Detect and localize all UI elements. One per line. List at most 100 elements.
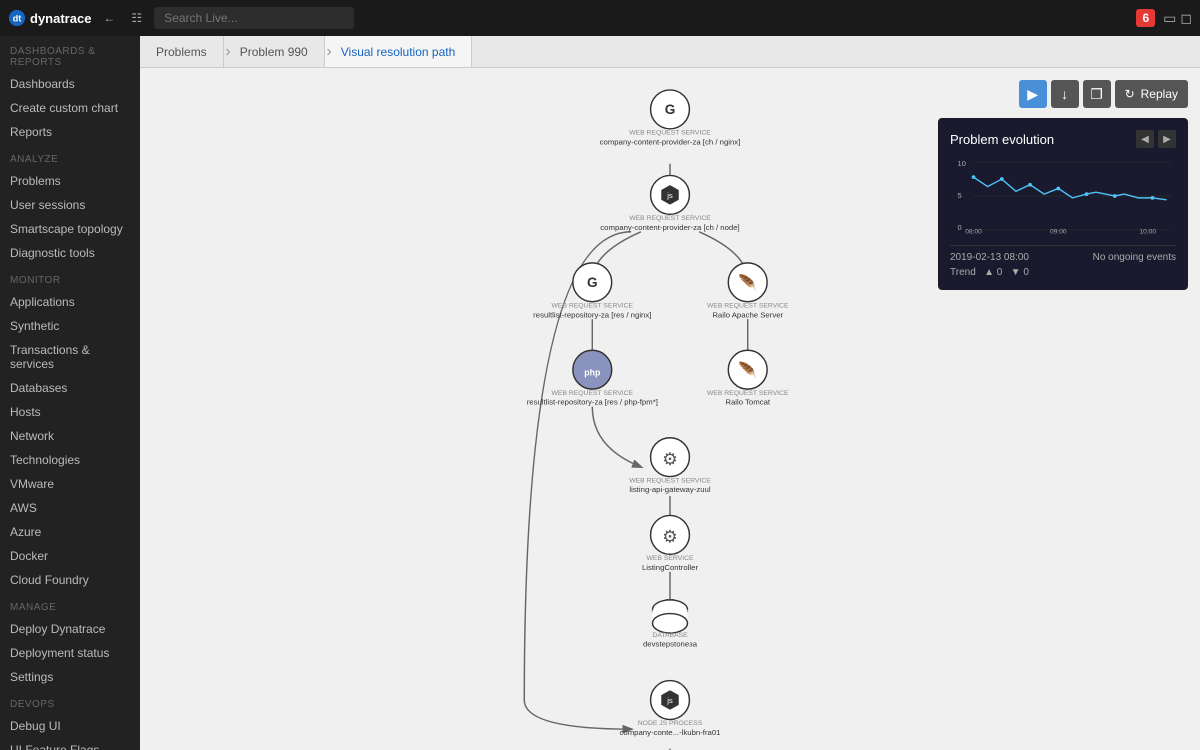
svg-text:js: js <box>666 696 673 705</box>
node-7[interactable]: ⚙ WEB REQUEST SERVICE listing-api-gatewa… <box>629 438 711 494</box>
svg-text:G: G <box>587 275 598 290</box>
node-8[interactable]: ⚙ WEB SERVICE ListingController <box>642 515 699 571</box>
evolution-nav: ◀ ▶ <box>1136 130 1176 148</box>
sidebar-item-settings[interactable]: Settings <box>0 665 140 689</box>
sidebar-item-dashboards[interactable]: Dashboards <box>0 72 140 96</box>
svg-text:⚙: ⚙ <box>662 527 678 547</box>
sidebar-item-create-custom-chart[interactable]: Create custom chart <box>0 96 140 120</box>
sidebar-item-docker[interactable]: Docker <box>0 544 140 568</box>
evolution-next[interactable]: ▶ <box>1158 130 1176 148</box>
svg-text:WEB REQUEST SERVICE: WEB REQUEST SERVICE <box>629 130 711 137</box>
sidebar-item-cloud-foundry[interactable]: Cloud Foundry <box>0 568 140 592</box>
sidebar-item-ui-feature-flags[interactable]: UI Feature Flags <box>0 738 140 750</box>
sidebar-item-user-sessions[interactable]: User sessions <box>0 193 140 217</box>
replay-button[interactable]: ↻ Replay <box>1115 80 1188 108</box>
svg-text:09:00: 09:00 <box>1050 229 1067 236</box>
node-1[interactable]: G WEB REQUEST SERVICE company-content-pr… <box>600 90 741 146</box>
back-button[interactable]: ← <box>99 7 119 29</box>
svg-text:G: G <box>665 102 676 117</box>
sidebar-item-problems[interactable]: Problems <box>0 169 140 193</box>
svg-text:0: 0 <box>958 223 962 232</box>
svg-text:10: 10 <box>958 159 966 168</box>
download-button[interactable]: ↓ <box>1051 80 1079 108</box>
problems-crumb[interactable]: Problems <box>140 36 224 67</box>
sidebar-item-vmware[interactable]: VMware <box>0 472 140 496</box>
sidebar-item-hosts[interactable]: Hosts <box>0 400 140 424</box>
svg-text:WEB SERVICE: WEB SERVICE <box>647 555 694 562</box>
evolution-chart: 10 5 0 <box>950 156 1176 236</box>
canvas-area: ▶ ↓ ❐ ↻ Replay Problem evolution ◀ ▶ <box>140 68 1200 750</box>
svg-text:company-content-provider-za [c: company-content-provider-za [ch / nginx] <box>600 137 741 146</box>
svg-text:WEB REQUEST SERVICE: WEB REQUEST SERVICE <box>707 303 789 310</box>
node-2[interactable]: js WEB REQUEST SERVICE company-content-p… <box>600 175 739 231</box>
svg-text:DATABASE: DATABASE <box>652 632 688 639</box>
evolution-title: Problem evolution ◀ ▶ <box>950 130 1176 148</box>
fullscreen-button[interactable]: ❐ <box>1083 80 1111 108</box>
main-layout: Dashboards & reportsDashboardsCreate cus… <box>0 36 1200 750</box>
sidebar-section-analyze: Analyze <box>0 144 140 169</box>
sidebar-item-smartscape-topology[interactable]: Smartscape topology <box>0 217 140 241</box>
svg-text:ListingController: ListingController <box>642 563 699 572</box>
sidebar-item-applications[interactable]: Applications <box>0 290 140 314</box>
problem990-crumb[interactable]: Problem 990 <box>224 36 325 67</box>
search-input[interactable] <box>154 7 354 29</box>
svg-text:devstepstoneза: devstepstoneза <box>643 640 698 649</box>
sidebar-section-dashboards-&-reports: Dashboards & reports <box>0 36 140 72</box>
sidebar-section-manage: Manage <box>0 592 140 617</box>
breadcrumb-bar: ProblemsProblem 990Visual resolution pat… <box>140 36 1200 68</box>
svg-text:🪶: 🪶 <box>738 273 757 292</box>
svg-text:Railo Tomcat: Railo Tomcat <box>725 398 771 407</box>
svg-text:resultlist-repository-za [res: resultlist-repository-za [res / nginx] <box>533 310 651 319</box>
topbar: dt dynatrace ← ☷ 6 ▭ ◻ <box>0 0 1200 36</box>
grid-icon[interactable]: ☷ <box>127 7 146 29</box>
svg-text:company-conte...-lkubn-fra01: company-conte...-lkubn-fra01 <box>619 728 720 737</box>
sidebar-item-technologies[interactable]: Technologies <box>0 448 140 472</box>
window2-icon[interactable]: ◻ <box>1180 10 1192 27</box>
node-6[interactable]: 🪶 WEB REQUEST SERVICE Railo Tomcat <box>707 350 789 406</box>
svg-text:company-content-provider-za [c: company-content-provider-za [ch / node] <box>600 223 739 232</box>
node-10[interactable]: js NODE JS PROCESS company-conte...-lkub… <box>619 681 720 737</box>
svg-text:js: js <box>666 191 673 200</box>
svg-text:WEB REQUEST SERVICE: WEB REQUEST SERVICE <box>552 303 634 310</box>
sidebar-item-deploy-dynatrace[interactable]: Deploy Dynatrace <box>0 617 140 641</box>
svg-text:php: php <box>584 368 600 378</box>
svg-text:dt: dt <box>13 14 22 24</box>
svg-text:5: 5 <box>958 191 962 200</box>
svg-text:Railo Apache Server: Railo Apache Server <box>712 310 783 319</box>
svg-text:10:00: 10:00 <box>1140 229 1157 236</box>
replay-icon: ↻ <box>1125 87 1135 101</box>
node-3[interactable]: G WEB REQUEST SERVICE resultlist-reposit… <box>533 263 651 319</box>
sidebar-item-azure[interactable]: Azure <box>0 520 140 544</box>
evolution-panel: Problem evolution ◀ ▶ 10 5 0 <box>938 118 1188 290</box>
svg-text:NODE JS PROCESS: NODE JS PROCESS <box>638 720 703 727</box>
node-4[interactable]: 🪶 WEB REQUEST SERVICE Railo Apache Serve… <box>707 263 789 319</box>
sidebar-item-aws[interactable]: AWS <box>0 496 140 520</box>
svg-text:WEB REQUEST SERVICE: WEB REQUEST SERVICE <box>629 215 711 222</box>
sidebar: Dashboards & reportsDashboardsCreate cus… <box>0 36 140 750</box>
evolution-trend: No ongoing events <box>1093 252 1176 263</box>
sidebar-item-debug-ui[interactable]: Debug UI <box>0 714 140 738</box>
sidebar-item-network[interactable]: Network <box>0 424 140 448</box>
sidebar-section-devops: Devops <box>0 689 140 714</box>
svg-text:listing-api-gateway-zuul: listing-api-gateway-zuul <box>629 485 710 494</box>
notification-badge[interactable]: 6 <box>1136 9 1155 27</box>
logo: dt dynatrace <box>8 9 91 27</box>
svg-text:WEB REQUEST SERVICE: WEB REQUEST SERVICE <box>552 390 634 397</box>
node-9[interactable]: DATABASE devstepstoneза <box>643 600 698 649</box>
svg-text:08:00: 08:00 <box>965 229 982 236</box>
sidebar-item-deployment-status[interactable]: Deployment status <box>0 641 140 665</box>
sidebar-item-diagnostic-tools[interactable]: Diagnostic tools <box>0 241 140 265</box>
canvas-toolbar: ▶ ↓ ❐ ↻ Replay <box>1019 80 1188 108</box>
evolution-footer: 2019-02-13 08:00 No ongoing events <box>950 245 1176 263</box>
svg-text:⚙: ⚙ <box>662 449 678 469</box>
sidebar-item-reports[interactable]: Reports <box>0 120 140 144</box>
play-button[interactable]: ▶ <box>1019 80 1047 108</box>
sidebar-item-databases[interactable]: Databases <box>0 376 140 400</box>
node-5[interactable]: php WEB REQUEST SERVICE resultlist-repos… <box>527 350 658 406</box>
sidebar-item-synthetic[interactable]: Synthetic <box>0 314 140 338</box>
evolution-prev[interactable]: ◀ <box>1136 130 1154 148</box>
svg-text:WEB REQUEST SERVICE: WEB REQUEST SERVICE <box>629 477 711 484</box>
window-icon[interactable]: ▭ <box>1163 10 1176 27</box>
sidebar-item-transactions-services[interactable]: Transactions & services <box>0 338 140 376</box>
visual-resolution-crumb[interactable]: Visual resolution path <box>325 36 473 67</box>
